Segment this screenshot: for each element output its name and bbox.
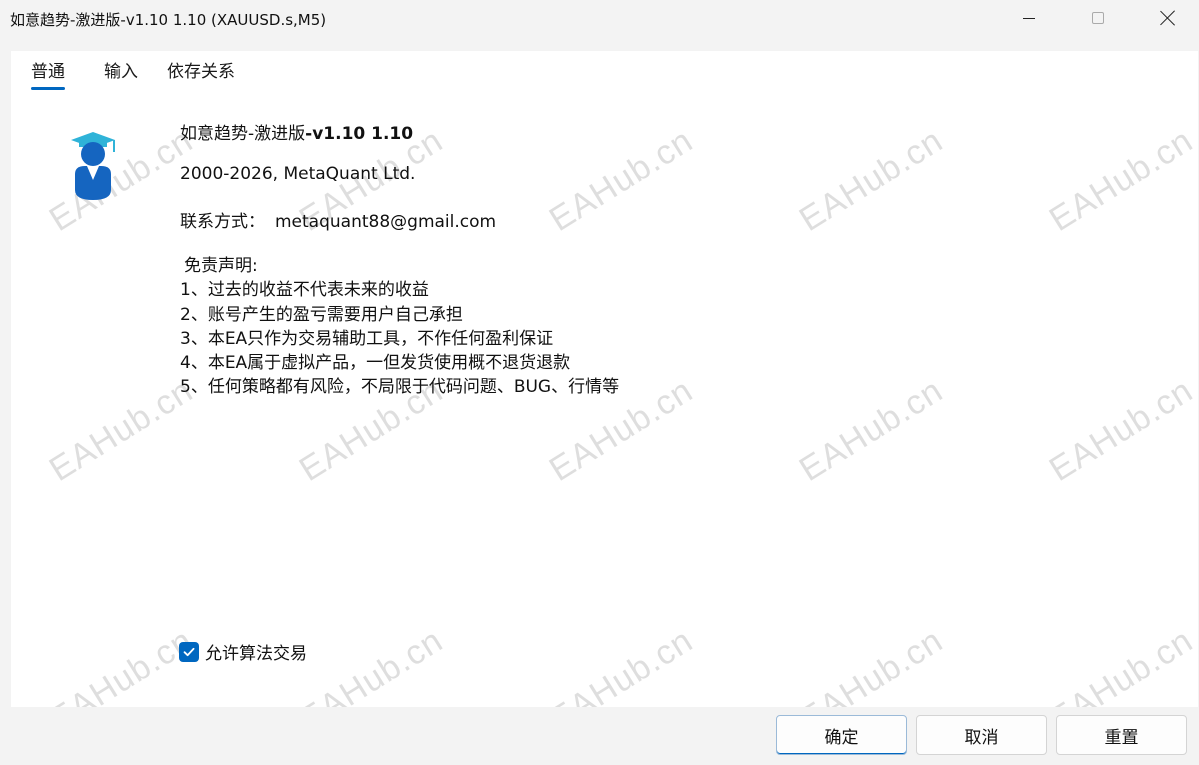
disclaimer-line: 5、任何策略都有风险，不局限于代码问题、BUG、行情等 bbox=[180, 377, 620, 398]
ea-copyright: 2000-2026, MetaQuant Ltd. bbox=[180, 164, 416, 184]
watermark: EAHub.cn bbox=[292, 621, 450, 707]
disclaimer-line: 4、本EA属于虚拟产品，一但发货使用概不退货退款 bbox=[180, 353, 571, 374]
watermark: EAHub.cn bbox=[792, 621, 950, 707]
window-title: 如意趋势-激进版-v1.10 1.10 (XAUUSD.s,M5) bbox=[10, 11, 327, 29]
cancel-button[interactable]: 取消 bbox=[916, 715, 1047, 755]
disclaimer-line: 1、过去的收益不代表未来的收益 bbox=[180, 280, 429, 301]
tab-dependencies[interactable]: 依存关系 bbox=[167, 57, 235, 88]
watermark: EAHub.cn bbox=[1042, 621, 1198, 707]
reset-button[interactable]: 重置 bbox=[1056, 715, 1187, 755]
ea-avatar-icon bbox=[71, 132, 115, 200]
contact-email: metaquant88@gmail.com bbox=[275, 212, 497, 232]
watermark: EAHub.cn bbox=[792, 121, 950, 239]
minimize-icon bbox=[1023, 17, 1035, 19]
ea-properties-window: 如意趋势-激进版-v1.10 1.10 (XAUUSD.s,M5) EAHub.… bbox=[0, 0, 1199, 765]
close-icon bbox=[1160, 10, 1176, 26]
close-button[interactable] bbox=[1145, 0, 1191, 36]
watermark: EAHub.cn bbox=[42, 371, 200, 489]
watermark: EAHub.cn bbox=[542, 121, 700, 239]
allow-algo-trading-label: 允许算法交易 bbox=[205, 644, 307, 664]
title-bar[interactable]: 如意趋势-激进版-v1.10 1.10 (XAUUSD.s,M5) bbox=[0, 0, 1199, 38]
ea-name: 如意趋势-激进版-v1.10 1.10 bbox=[180, 119, 413, 144]
allow-algo-trading-option[interactable]: 允许算法交易 bbox=[179, 639, 307, 664]
content-panel: EAHub.cn EAHub.cn EAHub.cn EAHub.cn EAHu… bbox=[11, 51, 1198, 707]
ok-button[interactable]: 确定 bbox=[776, 715, 907, 755]
tab-inputs[interactable]: 输入 bbox=[104, 57, 138, 88]
watermark: EAHub.cn bbox=[542, 621, 700, 707]
watermark: EAHub.cn bbox=[1042, 121, 1198, 239]
checkmark-icon bbox=[183, 647, 195, 656]
tab-general[interactable]: 普通 bbox=[31, 57, 65, 90]
watermark: EAHub.cn bbox=[1042, 371, 1198, 489]
minimize-button[interactable] bbox=[1006, 0, 1052, 36]
allow-algo-trading-checkbox[interactable] bbox=[179, 641, 199, 662]
ea-name-version: -v1.10 1.10 bbox=[305, 124, 414, 144]
maximize-icon bbox=[1092, 12, 1104, 24]
disclaimer-line: 3、本EA只作为交易辅助工具，不作任何盈利保证 bbox=[180, 328, 554, 349]
disclaimer-block: 免责声明: 1、过去的收益不代表未来的收益 2、账号产生的盈亏需要用户自己承担 … bbox=[180, 254, 619, 400]
maximize-button[interactable] bbox=[1075, 0, 1121, 36]
disclaimer-line: 免责声明: bbox=[184, 256, 258, 276]
watermark: EAHub.cn bbox=[42, 621, 200, 707]
ea-name-prefix: 如意趋势-激进版 bbox=[180, 124, 306, 144]
contact-label: 联系方式： bbox=[180, 212, 265, 232]
watermark: EAHub.cn bbox=[792, 371, 950, 489]
ea-contact: 联系方式： metaquant88@gmail.com bbox=[180, 207, 496, 232]
disclaimer-line: 2、账号产生的盈亏需要用户自己承担 bbox=[180, 304, 463, 325]
